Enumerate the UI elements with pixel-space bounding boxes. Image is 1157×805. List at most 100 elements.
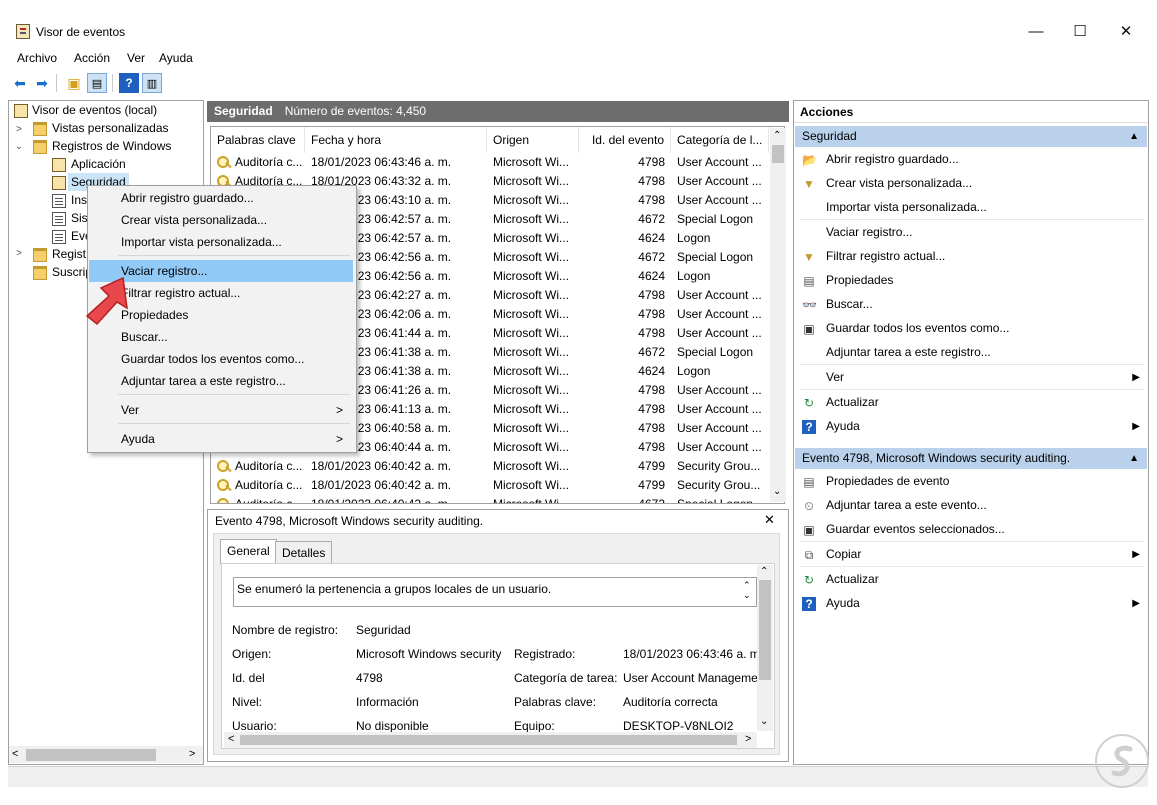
action-guardar-eventos-seleccionados[interactable]: ▣ Guardar eventos seleccionados...	[796, 518, 1146, 541]
table-row[interactable]: Auditoría c... 18/01/2023 06:43:46 a. m. M…	[211, 153, 769, 172]
action-propiedades-de-evento[interactable]: ▤ Propiedades de evento	[796, 470, 1146, 493]
action-label: Copiar	[826, 547, 862, 561]
column-header-datetime[interactable]: Fecha y hora	[305, 127, 487, 153]
action-ayuda[interactable]: ? Ayuda ▶	[796, 592, 1146, 615]
close-window-button[interactable]: ✕	[1103, 18, 1149, 46]
action-guardar-todos-los-eventos-como[interactable]: ▣ Guardar todos los eventos como...	[796, 317, 1146, 340]
context-menu-item[interactable]: Guardar todos los eventos como...	[89, 348, 353, 370]
action-actualizar[interactable]: ↻ Actualizar	[796, 391, 1146, 414]
filter-icon: ▼	[803, 177, 815, 191]
chevron-down-icon[interactable]: ⌄	[14, 141, 24, 152]
up-folder-icon[interactable]: ▣	[64, 73, 84, 93]
subscriptions-icon	[33, 266, 47, 280]
event-description[interactable]: Se enumeró la pertenencia a grupos local…	[233, 577, 757, 607]
detail-hscroll-thumb[interactable]	[240, 735, 737, 745]
column-header-keywords[interactable]: Palabras clave	[211, 127, 305, 153]
menu-accion[interactable]: Acción	[74, 51, 110, 65]
cell-category: Special Logon	[677, 250, 754, 264]
back-arrow-icon[interactable]: ⬅	[10, 73, 30, 93]
action-buscar[interactable]: 👓 Buscar...	[796, 293, 1146, 316]
action-label: Adjuntar tarea a este registro...	[826, 345, 991, 359]
tree-windows-logs[interactable]: Registros de Windows	[52, 137, 171, 155]
cell-category: User Account ...	[677, 307, 762, 321]
tree-item-instalacion[interactable]: Ins	[71, 191, 87, 209]
scroll-right-icon[interactable]: >	[745, 733, 751, 745]
label-keywords: Palabras clave:	[514, 695, 597, 709]
scroll-down-icon[interactable]: ⌄	[760, 716, 768, 727]
action-label: Actualizar	[826, 395, 879, 409]
scroll-left-icon[interactable]: <	[12, 748, 18, 760]
menu-ver[interactable]: Ver	[127, 51, 145, 65]
context-menu-item[interactable]: Importar vista personalizada...	[89, 231, 353, 253]
maximize-button[interactable]: ☐	[1057, 18, 1103, 46]
column-header-source[interactable]: Origen	[487, 127, 579, 153]
action-abrir-registro-guardado[interactable]: 📂 Abrir registro guardado...	[796, 148, 1146, 171]
tree-apps-services-logs[interactable]: Regist	[52, 245, 86, 263]
help-icon[interactable]: ?	[119, 73, 139, 93]
chevron-right-icon[interactable]: >	[14, 124, 24, 135]
properties-icon: ▤	[803, 475, 815, 489]
action-actualizar[interactable]: ↻ Actualizar	[796, 568, 1146, 591]
table-scroll-thumb[interactable]	[772, 145, 784, 163]
tree-custom-views[interactable]: Vistas personalizadas	[52, 119, 169, 137]
action-label: Vaciar registro...	[826, 225, 913, 239]
section-title: Seguridad	[802, 129, 857, 143]
tree-scroll-thumb[interactable]	[26, 749, 156, 761]
scroll-down-icon[interactable]: ⌄	[773, 486, 781, 497]
tree-item-aplicacion[interactable]: Aplicación	[71, 155, 126, 173]
log-header: Seguridad Número de eventos: 4,450	[207, 101, 789, 122]
context-menu-item[interactable]: Adjuntar tarea a este registro...	[89, 370, 353, 392]
action-propiedades[interactable]: ▤ Propiedades	[796, 269, 1146, 292]
context-menu-item[interactable]: Crear vista personalizada...	[89, 209, 353, 231]
tab-detalles[interactable]: Detalles	[275, 541, 333, 563]
close-detail-icon[interactable]: ✕	[764, 512, 775, 528]
action-importar-vista-personalizada[interactable]: Importar vista personalizada...	[796, 196, 1146, 219]
context-menu-item[interactable]: Ayuda >	[89, 428, 353, 450]
description-scroll-arrows-icon[interactable]: ⌃ ⌄	[743, 580, 751, 600]
collapse-up-icon[interactable]: ▲	[1129, 448, 1139, 469]
tree-root[interactable]: Visor de eventos (local)	[32, 101, 157, 119]
action-vaciar-registro[interactable]: Vaciar registro...	[796, 221, 1146, 244]
menu-ayuda[interactable]: Ayuda	[159, 51, 193, 65]
context-menu-item[interactable]: Ver >	[89, 399, 353, 421]
collapse-up-icon[interactable]: ▲	[1129, 126, 1139, 147]
action-copiar[interactable]: ⧉ Copiar ▶	[796, 543, 1146, 566]
action-ver[interactable]: Ver ▶	[796, 366, 1146, 389]
column-header-category[interactable]: Categoría de l...	[671, 127, 769, 153]
scroll-right-icon[interactable]: >	[189, 748, 195, 760]
minimize-button[interactable]: —	[1013, 18, 1059, 46]
table-row[interactable]: Auditoría c... 18/01/2023 06:40:42 a. m. M…	[211, 476, 769, 495]
menu-archivo[interactable]: Archivo	[17, 51, 57, 65]
action-ayuda[interactable]: ? Ayuda ▶	[796, 415, 1146, 438]
forward-arrow-icon[interactable]: ➡	[32, 73, 52, 93]
actions-section-event[interactable]: Evento 4798, Microsoft Windows security …	[795, 448, 1147, 469]
section-title: Evento 4798, Microsoft Windows security …	[802, 451, 1071, 465]
scroll-up-icon[interactable]: ⌃	[773, 130, 781, 141]
scroll-left-icon[interactable]: <	[228, 733, 234, 745]
action-adjuntar-tarea-a-este-evento[interactable]: ⏲ Adjuntar tarea a este evento...	[796, 494, 1146, 517]
cell-event-id: 4798	[638, 402, 665, 416]
show-hide-tree-icon[interactable]: ▤	[87, 73, 107, 93]
table-vertical-scrollbar[interactable]	[770, 128, 786, 502]
context-menu-item[interactable]: Abrir registro guardado...	[89, 187, 353, 209]
detail-vscroll-thumb[interactable]	[759, 580, 771, 680]
tab-general[interactable]: General	[220, 539, 277, 564]
action-filtrar-registro-actual[interactable]: ▼ Filtrar registro actual...	[796, 245, 1146, 268]
cell-keywords: Auditoría c...	[235, 478, 303, 492]
scroll-up-icon[interactable]: ⌃	[760, 566, 768, 577]
actions-section-seguridad[interactable]: Seguridad ▲	[795, 126, 1147, 147]
key-icon	[217, 156, 231, 169]
refresh-icon: ↻	[803, 573, 815, 587]
value-level: Información	[356, 695, 419, 709]
label-event-id: Id. del	[232, 671, 265, 685]
show-hide-action-pane-icon[interactable]: ▥	[142, 73, 162, 93]
action-crear-vista-personalizada[interactable]: ▼ Crear vista personalizada...	[796, 172, 1146, 195]
value-logged: 18/01/2023 06:43:46 a. m.	[623, 647, 757, 661]
tree-item-sistema[interactable]: Sis	[71, 209, 88, 227]
cell-source: Microsoft Wi...	[493, 307, 570, 321]
column-header-event-id[interactable]: Id. del evento	[579, 127, 671, 153]
action-adjuntar-tarea-a-este-registro[interactable]: Adjuntar tarea a este registro...	[796, 341, 1146, 364]
table-row[interactable]: Auditoría c... 18/01/2023 06:40:42 a. m. M…	[211, 457, 769, 476]
table-row[interactable]: Auditoría c... 18/01/2023 06:40:42 a. m. M…	[211, 495, 769, 503]
chevron-right-icon[interactable]: >	[14, 248, 24, 259]
